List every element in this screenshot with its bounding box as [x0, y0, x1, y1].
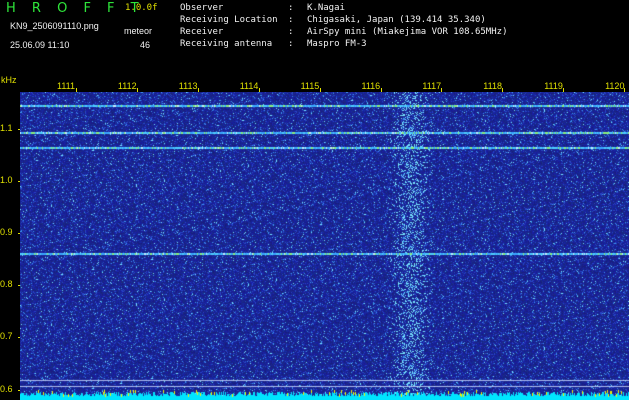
x-tick-label: 1120 — [605, 81, 625, 91]
header-panel: H R O F F T 1.0.0f KN9_2506091110.png me… — [0, 0, 629, 76]
x-tick-label: 1113 — [178, 81, 198, 91]
x-tick-label: 1118 — [483, 81, 502, 91]
info-value-location: Chigasaki, Japan (139.414 35.340) — [307, 15, 486, 25]
y-tick-label: 1.0 — [0, 174, 13, 185]
y-tick-label: 0.9 — [0, 226, 13, 237]
filename-label: KN9_2506091110.png — [10, 21, 99, 31]
info-sep: : — [288, 3, 294, 13]
version-label: 1.0.0f — [125, 3, 158, 13]
info-sep: : — [288, 39, 294, 49]
spectrogram-canvas[interactable] — [20, 92, 629, 400]
y-tick-label: 0.6 — [0, 383, 13, 394]
x-tick-label: 1117 — [422, 81, 442, 91]
info-value-receiver: AirSpy mini (Miakejima VOR 108.65MHz) — [307, 27, 508, 37]
info-value-antenna: Maspro FM-3 — [307, 39, 367, 49]
info-value-observer: K.Nagai — [307, 3, 345, 13]
meteor-count: 46 — [140, 40, 151, 50]
x-tick-label: 1119 — [544, 81, 563, 91]
x-tick-label: 1116 — [361, 81, 381, 91]
y-tick-label: 0.8 — [0, 279, 13, 290]
y-tick-label: 0.7 — [0, 331, 13, 342]
info-key-location: Receiving Location — [180, 15, 278, 25]
app-title: H R O F F T — [6, 1, 145, 16]
x-tick-label: 1114 — [239, 81, 259, 91]
x-tick-label: 1115 — [300, 81, 320, 91]
datetime-label: 25.06.09 11:10 — [10, 40, 70, 50]
x-tick-label: 1111 — [57, 81, 76, 91]
info-key-receiver: Receiver — [180, 27, 224, 37]
x-tick-label: 1112 — [117, 81, 137, 91]
y-axis-unit: kHz — [1, 75, 17, 85]
info-sep: : — [288, 27, 294, 37]
info-sep: : — [288, 15, 294, 25]
info-key-observer: Observer — [180, 3, 224, 13]
meteor-label: meteor — [124, 26, 153, 36]
y-tick-label: 1.1 — [0, 122, 13, 133]
info-key-antenna: Receiving antenna — [180, 39, 273, 49]
